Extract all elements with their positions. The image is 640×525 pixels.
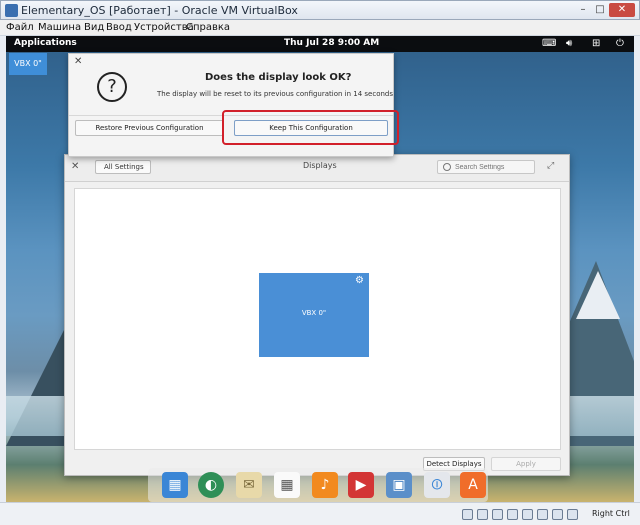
display-arrangement-area: ⚙ VBX 0"	[74, 188, 561, 450]
close-icon[interactable]: ✕	[609, 3, 635, 17]
optical-drive-icon[interactable]	[477, 509, 488, 520]
menu-help[interactable]: Справка	[186, 22, 230, 33]
keyboard-icon[interactable]: ⌨	[542, 38, 556, 49]
browser-icon[interactable]: ◐	[198, 472, 224, 498]
menu-view[interactable]: Вид	[84, 22, 104, 33]
all-settings-button[interactable]: All Settings	[95, 160, 151, 174]
dialog-title: Does the display look OK?	[205, 72, 352, 83]
photos-icon[interactable]: ▣	[386, 472, 412, 498]
recording-icon[interactable]	[552, 509, 563, 520]
monitor-label: VBX 0"	[301, 309, 327, 317]
host-key-label: Right Ctrl	[592, 509, 630, 518]
panel-clock[interactable]: Thu Jul 28 9:00 AM	[284, 38, 379, 48]
apply-button[interactable]: Apply	[491, 457, 561, 471]
close-icon[interactable]: ✕	[74, 56, 82, 67]
menu-input[interactable]: Ввод	[106, 22, 132, 33]
display-icon[interactable]	[537, 509, 548, 520]
workspace-display-tile: VBX 0"	[9, 53, 47, 75]
settings-window: ✕ All Settings Displays ⤢ ⚙ VBX 0" Detec…	[64, 154, 570, 476]
minimize-icon[interactable]: –	[575, 3, 591, 17]
applications-menu[interactable]: Applications	[14, 38, 77, 48]
mouse-integration-icon[interactable]	[567, 509, 578, 520]
question-icon: ?	[97, 72, 127, 102]
expand-icon[interactable]: ⤢	[547, 161, 554, 171]
switchboard-icon[interactable]: ⏼	[424, 472, 450, 498]
hard-disk-icon[interactable]	[462, 509, 473, 520]
search-icon	[443, 163, 451, 171]
maximize-icon[interactable]: □	[592, 3, 608, 17]
music-icon[interactable]: ♪	[312, 472, 338, 498]
volume-icon[interactable]: 🔊︎	[566, 38, 572, 49]
wallpaper-snow	[576, 271, 620, 319]
multitasking-icon[interactable]: ▦	[162, 472, 188, 498]
host-window-title: Elementary_OS [Работает] - Oracle VM Vir…	[21, 4, 298, 17]
mail-icon[interactable]: ✉	[236, 472, 262, 498]
search-input[interactable]	[455, 161, 533, 173]
menu-file[interactable]: Файл	[6, 22, 34, 33]
calendar-icon[interactable]: ▦	[274, 472, 300, 498]
appcenter-icon[interactable]: A	[460, 472, 486, 498]
host-statusbar: Right Ctrl	[0, 502, 640, 525]
host-titlebar: Elementary_OS [Работает] - Oracle VM Vir…	[0, 0, 640, 20]
top-panel: Applications Thu Jul 28 9:00 AM ⌨ 🔊︎ ⊞ ⏻	[6, 36, 634, 52]
highlight-annotation	[222, 110, 399, 145]
virtualbox-app-icon	[5, 4, 18, 17]
power-icon[interactable]: ⏻	[616, 38, 624, 49]
network-icon[interactable]: ⊞	[592, 38, 600, 49]
video-icon[interactable]: ▶	[348, 472, 374, 498]
host-menubar: Файл Машина Вид Ввод Устройства Справка	[0, 20, 640, 36]
search-field[interactable]	[437, 160, 535, 174]
page-title: Displays	[303, 161, 337, 170]
monitor-tile[interactable]: ⚙ VBX 0"	[259, 273, 369, 357]
network-adapter-icon[interactable]	[507, 509, 518, 520]
close-icon[interactable]: ✕	[71, 161, 79, 172]
dock: ▦ ◐ ✉ ▦ ♪ ▶ ▣ ⏼ A	[148, 468, 488, 502]
shared-folders-icon[interactable]	[522, 509, 533, 520]
menu-devices[interactable]: Устройства	[134, 22, 194, 33]
dialog-message: The display will be reset to its previou…	[157, 90, 394, 98]
restore-configuration-button[interactable]: Restore Previous Configuration	[75, 120, 224, 136]
gear-icon[interactable]: ⚙	[355, 275, 364, 286]
usb-icon[interactable]	[492, 509, 503, 520]
settings-headerbar: ✕ All Settings Displays ⤢	[65, 155, 569, 182]
guest-screen: Applications Thu Jul 28 9:00 AM ⌨ 🔊︎ ⊞ ⏻…	[6, 36, 634, 502]
menu-machine[interactable]: Машина	[38, 22, 81, 33]
